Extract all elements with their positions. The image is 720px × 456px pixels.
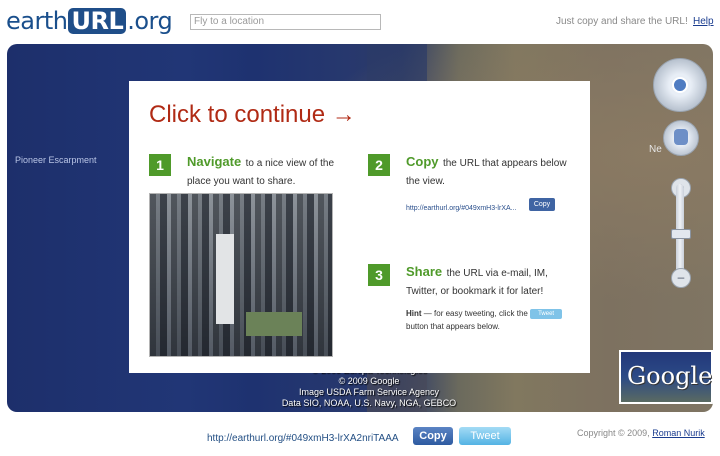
map-label-escarpment: Pioneer Escarpment [15, 155, 97, 165]
example-copy-button: Copy [529, 198, 555, 211]
park [246, 312, 302, 336]
attribution-line: Data SIO, NOAA, U.S. Navy, NGA, GEBCO [281, 398, 457, 408]
tweet-button[interactable]: Tweet [459, 427, 511, 445]
hint-label: Hint [406, 309, 422, 318]
share-url[interactable]: http://earthurl.org/#049xmH3-lrXA2nriTAA… [207, 433, 399, 444]
eye-icon [672, 77, 688, 93]
instructions-overlay[interactable]: Click to continue → 1 Navigate to a nice… [129, 81, 590, 373]
city-photo [149, 193, 333, 357]
example-url: http://earthurl.org/#049xmH3-lrXA... [406, 205, 517, 212]
step-title: Copy [406, 154, 439, 169]
hint-text-2: button that appears below. [406, 322, 500, 331]
step-navigate: Navigate to a nice view of the place you… [187, 153, 337, 189]
move-control[interactable] [663, 120, 699, 156]
zoom-slider-thumb[interactable] [671, 229, 691, 239]
step-title: Share [406, 264, 443, 279]
step-copy: Copy the URL that appears below the view… [406, 153, 576, 189]
example-tweet-button: Tweet [530, 308, 563, 319]
attribution-line: Image USDA Farm Service Agency [298, 387, 440, 397]
author-link[interactable]: Roman Nurik [652, 428, 705, 438]
google-logo: Google [627, 362, 713, 390]
zoom-out-button[interactable]: – [671, 268, 691, 288]
hint-text: Hint — for easy tweeting, click the Twee… [406, 307, 586, 333]
tagline: Just copy and share the URL! [556, 16, 688, 27]
look-control[interactable] [653, 58, 707, 112]
hint-text-1: — for easy tweeting, click the [423, 309, 528, 318]
fly-to-input[interactable]: Fly to a location [190, 14, 381, 30]
help-link[interactable]: Help [693, 16, 714, 27]
step-title: Navigate [187, 154, 242, 169]
copy-button[interactable]: Copy [413, 427, 453, 445]
step-share: Share the URL via e-mail, IM, Twitter, o… [406, 263, 576, 299]
logo-earth: earth [6, 7, 68, 35]
copyright-text: Copyright © 2009, [577, 428, 650, 438]
logo-org: .org [127, 7, 173, 35]
step-number: 3 [368, 264, 390, 286]
step-number: 1 [149, 154, 171, 176]
step-number: 2 [368, 154, 390, 176]
hand-icon [674, 129, 688, 145]
logo[interactable]: earth URL .org [6, 6, 173, 36]
copyright: Copyright © 2009, Roman Nurik [577, 428, 705, 438]
attribution-line: © 2009 Google [338, 376, 400, 386]
logo-url: URL [68, 8, 127, 34]
building [216, 234, 234, 324]
map-label-ne: Ne [649, 144, 662, 155]
click-to-continue-heading[interactable]: Click to continue → [149, 101, 356, 129]
